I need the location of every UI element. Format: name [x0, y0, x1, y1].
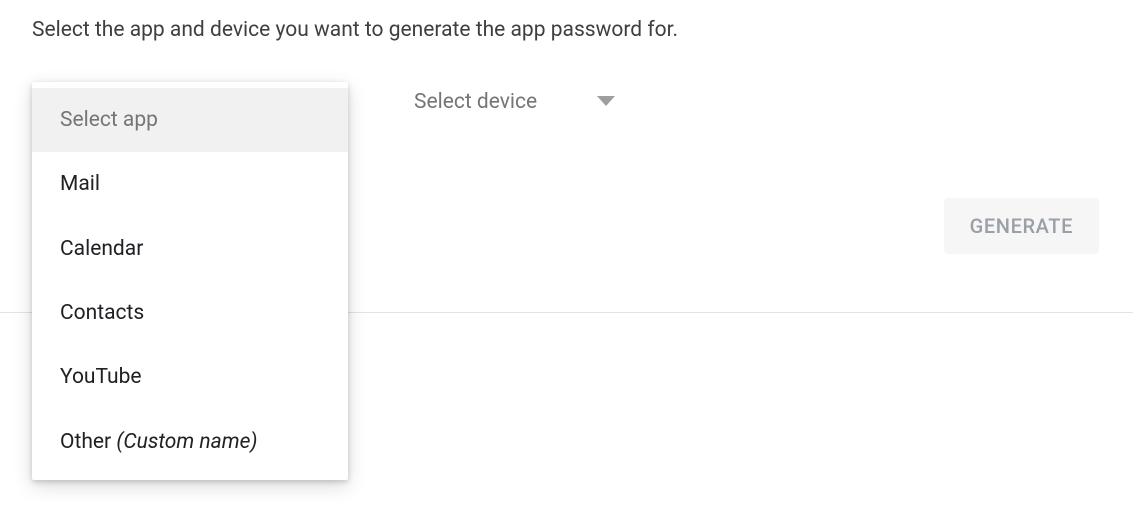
select-app-placeholder-item[interactable]: Select app [32, 88, 348, 152]
chevron-down-icon [597, 96, 615, 108]
select-app-option-other-label: Other [60, 430, 116, 454]
select-app-option-other-suffix: (Custom name) [116, 430, 257, 454]
select-app-option-other[interactable]: Other (Custom name) [32, 410, 348, 474]
instruction-text: Select the app and device you want to ge… [32, 18, 1101, 42]
select-app-option-calendar[interactable]: Calendar [32, 217, 348, 281]
select-app-option-contacts[interactable]: Contacts [32, 281, 348, 345]
select-app-option-mail[interactable]: Mail [32, 152, 348, 216]
select-device-placeholder: Select device [414, 90, 537, 114]
select-app-option-youtube[interactable]: YouTube [32, 345, 348, 409]
generate-button[interactable]: GENERATE [944, 198, 1099, 254]
select-app-menu: Select app Mail Calendar Contacts YouTub… [32, 82, 348, 480]
select-device-dropdown[interactable]: Select device [414, 82, 615, 120]
